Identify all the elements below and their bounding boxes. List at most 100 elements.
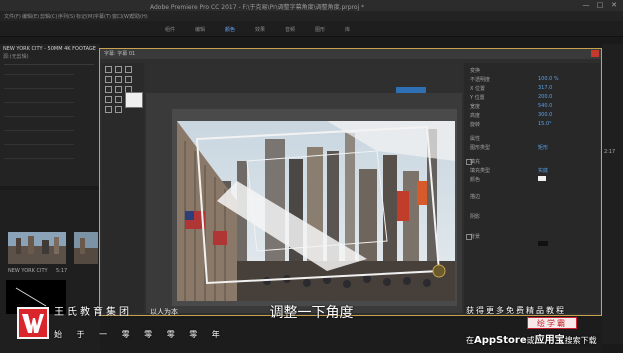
brand-tagline: 始 于 一 零 零 零 零 年 xyxy=(54,330,226,339)
title-bar: Adobe Premiere Pro CC 2017 - F:\于克易\Pr\调… xyxy=(0,0,623,11)
brand-name: 王氏教育集团 xyxy=(54,307,132,318)
title-properties-panel: 变换 不透明度 100.0 % X 位置 317.0 Y 位置 200.0 宽度… xyxy=(464,63,600,313)
divider xyxy=(4,102,74,103)
prop-label: 图形类型 xyxy=(470,145,491,151)
prop-label: 高度 xyxy=(470,113,481,119)
menu-edit[interactable]: 编辑(E) xyxy=(22,13,39,20)
prop-value[interactable]: 200.0 xyxy=(538,94,552,100)
divider xyxy=(4,88,74,89)
divider xyxy=(4,144,74,145)
workspace-tab-editing[interactable]: 编辑 xyxy=(195,26,205,33)
timecode: 2:17 xyxy=(604,149,616,155)
video-frame-preview xyxy=(177,121,455,301)
promo-mid: 或 xyxy=(526,336,535,345)
prop-label: X 位置 xyxy=(470,86,486,92)
area-type-tool-icon[interactable] xyxy=(105,86,112,93)
menu-window[interactable]: 窗口(W) xyxy=(112,13,131,20)
promo-download-text: 在AppStore或应用宝搜索下载 xyxy=(466,331,597,346)
divider xyxy=(4,158,74,159)
divider xyxy=(4,130,74,131)
menu-help[interactable]: 帮助(H) xyxy=(130,13,148,20)
bg-color-swatch[interactable] xyxy=(538,241,548,246)
prop-label: 宽度 xyxy=(470,104,481,110)
prop-value[interactable]: 540.0 xyxy=(538,103,552,109)
dialog-header: 字幕: 字幕 01 xyxy=(100,49,601,59)
dialog-close-button[interactable] xyxy=(591,50,599,57)
panel-tab-label[interactable]: NEW YORK CITY - 50MM 4K FOOTAGE xyxy=(3,46,96,52)
canvas-toolbar xyxy=(146,63,462,93)
path-type-tool-icon[interactable] xyxy=(115,86,122,93)
minimize-button[interactable]: — xyxy=(580,1,592,10)
divider xyxy=(4,64,94,65)
style-swatch[interactable] xyxy=(125,92,143,108)
city-thumbnail-image xyxy=(74,232,98,264)
divider xyxy=(4,116,74,117)
prop-label: 属性 xyxy=(470,136,481,142)
clip-thumbnail[interactable] xyxy=(74,232,98,264)
promo-appstore: AppStore xyxy=(474,335,527,346)
prop-value[interactable]: 15.0° xyxy=(538,121,552,127)
workspace-tab-effects[interactable]: 效果 xyxy=(255,26,265,33)
promo-text: 获得更多免费精品教程 xyxy=(466,306,566,315)
menu-title[interactable]: 字幕(T) xyxy=(94,13,111,20)
prop-label: 变换 xyxy=(470,68,481,74)
promo-post: 搜索下载 xyxy=(564,336,597,345)
prop-dropdown[interactable]: 实底 xyxy=(538,167,548,174)
menu-bar: 文件(F) 编辑(E) 剪辑(C) 序列(S) 标记(M) 字幕(T) 窗口(W… xyxy=(0,11,623,21)
brand-logo xyxy=(17,307,49,339)
workspace-tab-libraries[interactable]: 库 xyxy=(345,26,350,33)
prop-label: 颜色 xyxy=(470,177,481,183)
clip-duration: 5:17 xyxy=(56,268,68,274)
workspace-tab-audio[interactable]: 音频 xyxy=(285,26,295,33)
promo-badge: 绘学霸 xyxy=(527,317,577,329)
menu-file[interactable]: 文件(F) xyxy=(4,13,21,20)
type-tool-icon[interactable] xyxy=(105,76,112,83)
prop-value[interactable]: 100.0 % xyxy=(538,76,559,82)
prop-label: 填充类型 xyxy=(470,168,491,174)
template-button[interactable] xyxy=(396,87,426,93)
prop-label: 背景 xyxy=(470,234,481,240)
right-edge-panel: 2:17 xyxy=(602,44,623,344)
city-thumbnail-image xyxy=(8,232,66,264)
promo-yingyongbao: 应用宝 xyxy=(534,335,565,346)
workspace-tab-graphics[interactable]: 图形 xyxy=(315,26,325,33)
dialog-title: 字幕: 字幕 01 xyxy=(104,51,136,57)
maximize-button[interactable]: □ xyxy=(594,1,606,10)
w-logo-icon xyxy=(22,314,44,333)
source-label: 源:(无剪辑) xyxy=(3,54,29,60)
prop-value[interactable]: 317.0 xyxy=(538,85,552,91)
window-title: Adobe Premiere Pro CC 2017 - F:\于克易\Pr\调… xyxy=(150,4,365,11)
workspace-bar: 组件 编辑 颜色 效果 音频 图形 库 xyxy=(0,21,623,37)
rounded-rect-tool-icon[interactable] xyxy=(125,76,132,83)
color-swatch[interactable] xyxy=(538,176,546,181)
promo-pre: 在 xyxy=(466,336,474,345)
pen-tool-icon[interactable] xyxy=(105,96,112,103)
brand-slogan: 以人为本 xyxy=(150,308,178,316)
city-street-image xyxy=(177,121,455,301)
add-anchor-tool-icon[interactable] xyxy=(115,96,122,103)
menu-clip[interactable]: 剪辑(C) xyxy=(40,13,57,20)
prop-value[interactable]: 300.0 xyxy=(538,112,552,118)
wedge-tool-icon[interactable] xyxy=(115,106,122,113)
rectangle-tool-icon[interactable] xyxy=(125,66,132,73)
prop-dropdown[interactable]: 矩形 xyxy=(538,144,548,151)
prop-label: Y 位置 xyxy=(470,95,485,101)
rotate-tool-icon[interactable] xyxy=(115,66,122,73)
workspace-tab-color[interactable]: 颜色 xyxy=(225,26,235,33)
prop-label: 描边 xyxy=(470,194,481,200)
workspace-tab-assembly[interactable]: 组件 xyxy=(165,26,175,33)
effect-controls-panel: NEW YORK CITY - 50MM 4K FOOTAGE 源:(无剪辑) xyxy=(0,44,100,186)
clip-thumbnail[interactable] xyxy=(8,232,66,264)
prop-label: 旋转 xyxy=(470,122,481,128)
close-window-button[interactable]: ✕ xyxy=(608,1,620,10)
title-designer-dialog: 字幕: 字幕 01 变换 不透明度 100.0 % X 位置 317.0 Y 位… xyxy=(99,48,602,316)
prop-label: 阴影 xyxy=(470,214,481,220)
prop-label: 不透明度 xyxy=(470,77,491,83)
prop-label: 填充 xyxy=(470,159,481,165)
menu-marker[interactable]: 标记(M) xyxy=(76,13,94,20)
divider xyxy=(4,74,74,75)
vertical-type-tool-icon[interactable] xyxy=(115,76,122,83)
line-tool-icon[interactable] xyxy=(105,106,112,113)
menu-sequence[interactable]: 序列(S) xyxy=(58,13,75,20)
selection-tool-icon[interactable] xyxy=(105,66,112,73)
